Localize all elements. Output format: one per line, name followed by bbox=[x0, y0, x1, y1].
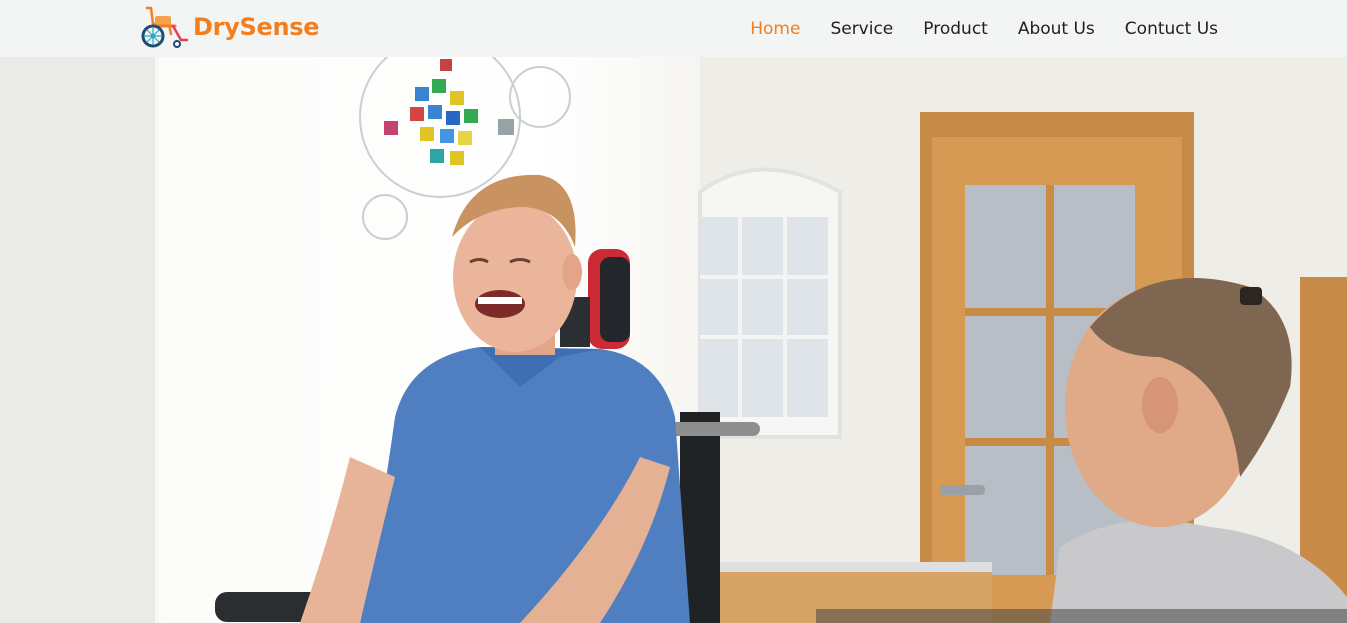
nav-item-home: Home bbox=[750, 19, 800, 39]
nav-link-product[interactable]: Product bbox=[923, 19, 988, 39]
nav-link-about[interactable]: About Us bbox=[1018, 19, 1095, 39]
nav-item-product: Product bbox=[923, 19, 988, 39]
window bbox=[698, 167, 842, 439]
wheelchair-icon bbox=[141, 6, 189, 48]
brand-name: DrySense bbox=[193, 13, 320, 41]
hero-banner bbox=[0, 57, 1347, 623]
nav-link-home[interactable]: Home bbox=[750, 19, 800, 39]
brand-logo-link[interactable]: DrySense bbox=[139, 4, 320, 50]
hero-overlay-bar bbox=[816, 609, 1347, 623]
man-figure bbox=[300, 174, 690, 623]
navbar: DrySense Home Service Product About Us C… bbox=[0, 0, 1347, 57]
nav-item-about: About Us bbox=[1018, 19, 1095, 39]
main-nav: Home Service Product About Us Contuct Us bbox=[750, 0, 1218, 57]
nav-item-contact: Contuct Us bbox=[1125, 19, 1218, 39]
nav-link-contact[interactable]: Contuct Us bbox=[1125, 19, 1218, 39]
nav-item-service: Service bbox=[830, 19, 893, 39]
hero-photo bbox=[0, 57, 1347, 623]
nav-link-service[interactable]: Service bbox=[830, 19, 893, 39]
